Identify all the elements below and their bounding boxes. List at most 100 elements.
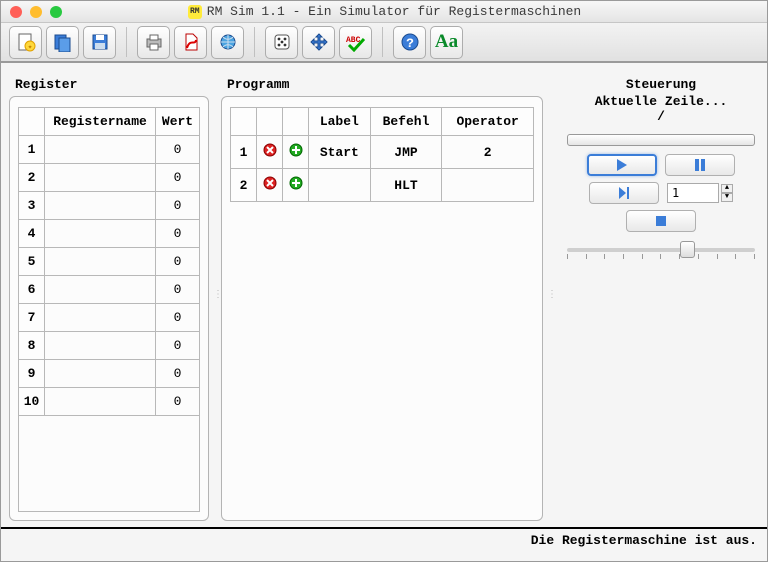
register-col-num (19, 108, 45, 136)
register-name-cell[interactable] (45, 164, 156, 192)
register-value-cell[interactable]: 0 (156, 388, 200, 416)
dice-button[interactable] (265, 26, 298, 59)
register-name-cell[interactable] (45, 304, 156, 332)
register-name-cell[interactable] (45, 248, 156, 276)
delete-row-button[interactable] (257, 136, 283, 169)
add-row-button[interactable] (283, 169, 309, 202)
register-value-cell[interactable]: 0 (156, 304, 200, 332)
program-panel: Label Befehl Operator 1StartJMP22HLT (221, 96, 543, 521)
program-label-cell[interactable] (309, 169, 371, 202)
play-button[interactable] (587, 154, 657, 176)
program-command-cell[interactable]: HLT (370, 169, 442, 202)
step-up-icon[interactable]: ▲ (721, 184, 733, 193)
titlebar: RM RM Sim 1.1 - Ein Simulator für Regist… (1, 1, 767, 23)
register-row: 10 (19, 136, 200, 164)
new-button[interactable]: ✦ (9, 26, 42, 59)
pause-button[interactable] (665, 154, 735, 176)
minimize-icon[interactable] (30, 6, 42, 18)
stop-button[interactable] (626, 210, 696, 232)
register-value-cell[interactable]: 0 (156, 136, 200, 164)
program-operator-cell[interactable]: 2 (442, 136, 534, 169)
register-col-name: Registername (45, 108, 156, 136)
program-row-num: 1 (231, 136, 257, 169)
register-row-num: 6 (19, 276, 45, 304)
add-row-button[interactable] (283, 136, 309, 169)
step-button[interactable] (589, 182, 659, 204)
add-icon[interactable] (288, 175, 304, 191)
splitter-right[interactable]: ⋮ (547, 69, 551, 521)
app-icon: RM (188, 5, 202, 19)
delete-row-button[interactable] (257, 169, 283, 202)
zoom-icon[interactable] (50, 6, 62, 18)
register-row-num: 4 (19, 220, 45, 248)
program-row: 1 StartJMP2 (231, 136, 534, 169)
register-row: 70 (19, 304, 200, 332)
register-row-num: 2 (19, 164, 45, 192)
font-button[interactable]: Aa (430, 26, 463, 59)
register-value-cell[interactable]: 0 (156, 192, 200, 220)
register-row: 20 (19, 164, 200, 192)
register-value-cell[interactable]: 0 (156, 164, 200, 192)
register-table: Registername Wert 102030405060708090100 (18, 107, 200, 416)
register-name-cell[interactable] (45, 388, 156, 416)
program-title: Programm (227, 77, 543, 92)
register-row: 60 (19, 276, 200, 304)
control-title: Steuerung (563, 77, 759, 92)
add-icon[interactable] (288, 142, 304, 158)
register-title: Register (15, 77, 209, 92)
register-row: 80 (19, 332, 200, 360)
register-name-cell[interactable] (45, 220, 156, 248)
register-row: 90 (19, 360, 200, 388)
web-button[interactable] (211, 26, 244, 59)
program-label-cell[interactable]: Start (309, 136, 371, 169)
step-spinner[interactable]: ▲ ▼ (667, 183, 733, 203)
status-bar: Die Registermaschine ist aus. (1, 527, 767, 551)
register-value-cell[interactable]: 0 (156, 248, 200, 276)
step-input[interactable] (667, 183, 719, 203)
delete-icon[interactable] (262, 175, 278, 191)
slider-thumb-icon[interactable] (680, 241, 695, 258)
window-title: RM RM Sim 1.1 - Ein Simulator für Regist… (62, 4, 707, 19)
program-col-command: Befehl (370, 108, 442, 136)
program-col-operator: Operator (442, 108, 534, 136)
register-name-cell[interactable] (45, 360, 156, 388)
register-value-cell[interactable]: 0 (156, 220, 200, 248)
save-button[interactable] (83, 26, 116, 59)
control-current-line: Aktuelle Zeile... (563, 94, 759, 109)
register-row: 50 (19, 248, 200, 276)
spellcheck-button[interactable]: ABC (339, 26, 372, 59)
svg-text:?: ? (406, 36, 414, 51)
register-name-cell[interactable] (45, 332, 156, 360)
register-value-cell[interactable]: 0 (156, 276, 200, 304)
help-button[interactable]: ? (393, 26, 426, 59)
register-name-cell[interactable] (45, 192, 156, 220)
splitter-left[interactable]: ⋮ (213, 69, 217, 521)
close-icon[interactable] (10, 6, 22, 18)
step-down-icon[interactable]: ▼ (721, 193, 733, 202)
print-button[interactable] (137, 26, 170, 59)
control-progress (567, 134, 755, 146)
register-row: 40 (19, 220, 200, 248)
register-row-num: 10 (19, 388, 45, 416)
register-name-cell[interactable] (45, 276, 156, 304)
program-command-cell[interactable]: JMP (370, 136, 442, 169)
register-value-cell[interactable]: 0 (156, 360, 200, 388)
program-col-label: Label (309, 108, 371, 136)
register-name-cell[interactable] (45, 136, 156, 164)
register-value-cell[interactable]: 0 (156, 332, 200, 360)
open-button[interactable] (46, 26, 79, 59)
program-row-num: 2 (231, 169, 257, 202)
status-text: Die Registermaschine ist aus. (531, 533, 757, 548)
pdf-button[interactable] (174, 26, 207, 59)
register-row-num: 5 (19, 248, 45, 276)
program-operator-cell[interactable] (442, 169, 534, 202)
register-panel: Registername Wert 102030405060708090100 (9, 96, 209, 521)
register-row: 10 0 (19, 388, 200, 416)
speed-slider[interactable] (567, 248, 755, 252)
move-button[interactable] (302, 26, 335, 59)
program-col-num (231, 108, 257, 136)
delete-icon[interactable] (262, 142, 278, 158)
program-col-del (257, 108, 283, 136)
register-row-num: 1 (19, 136, 45, 164)
program-row: 2 HLT (231, 169, 534, 202)
